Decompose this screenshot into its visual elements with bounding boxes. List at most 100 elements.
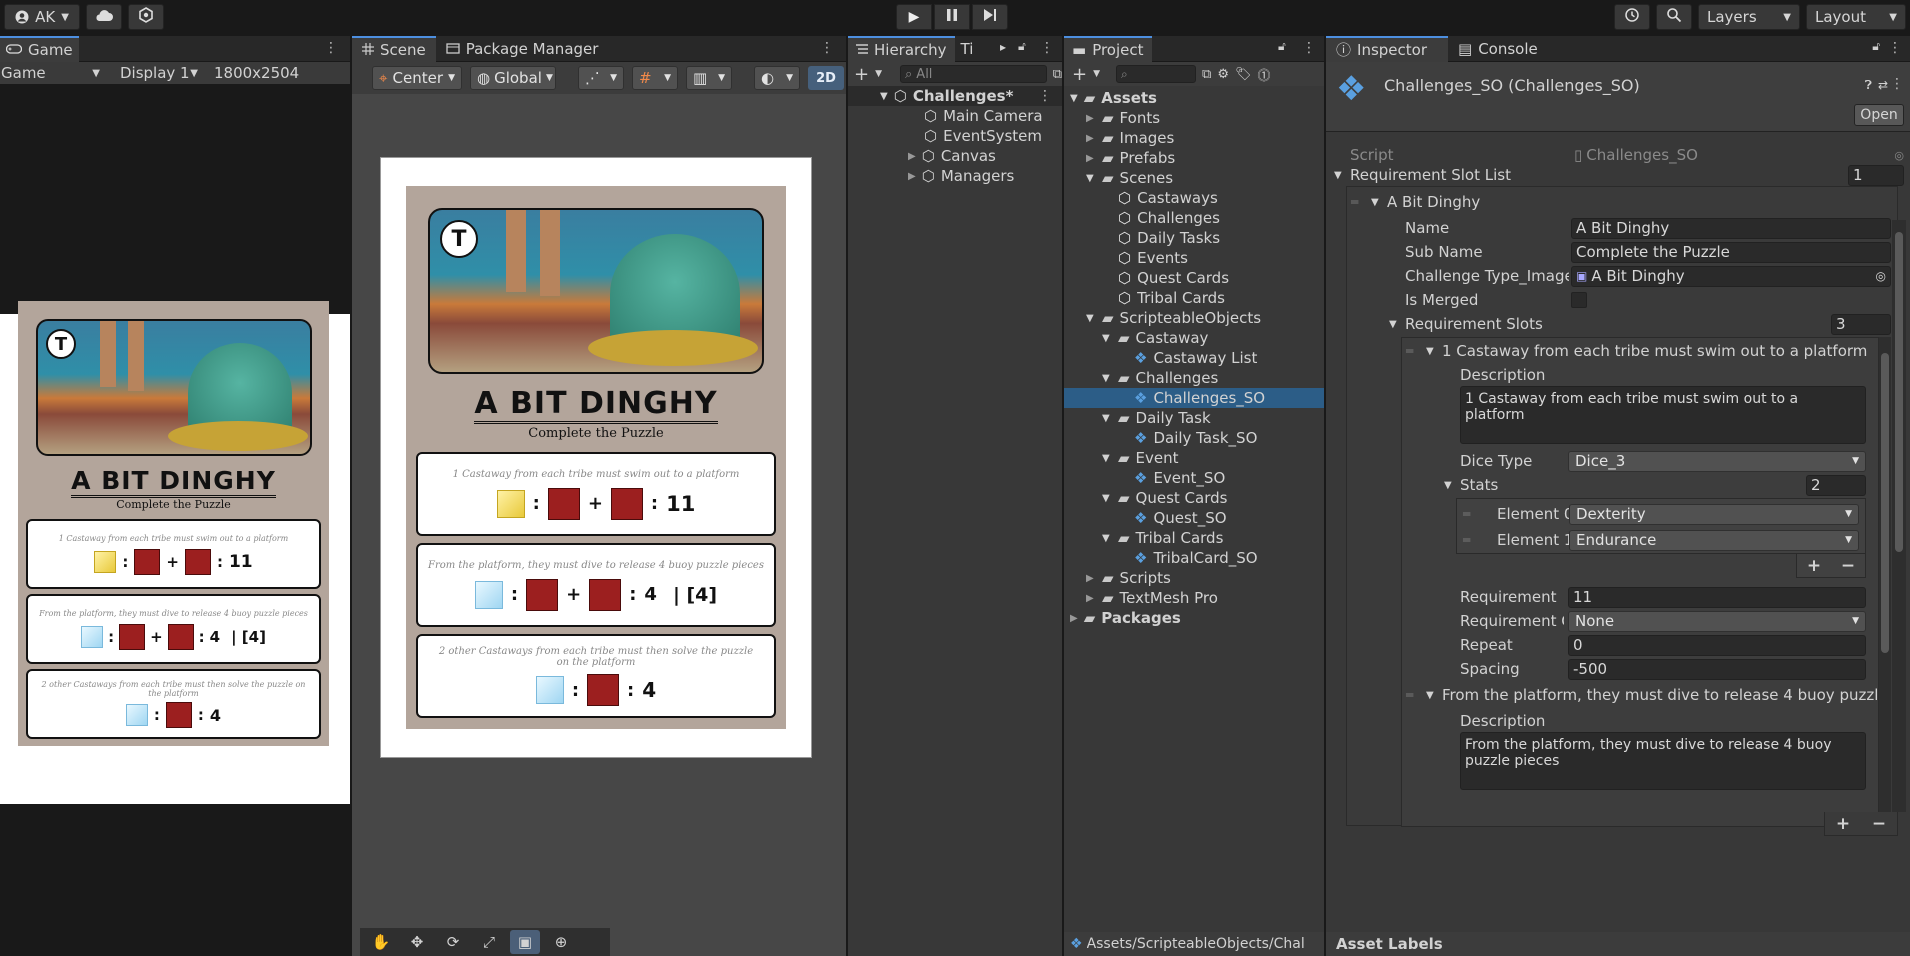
open-button[interactable]: Open [1854, 104, 1904, 126]
outer-scrollbar[interactable] [1892, 220, 1906, 812]
scene-visibility-icon[interactable]: ⧉ [1053, 67, 1062, 82]
scene-root[interactable]: ▼ ⬡ Challenges* ⋮ [848, 86, 1062, 106]
chevron-down-icon[interactable]: ▼ [1389, 319, 1397, 330]
project-root-packages[interactable]: ▶ ▰ Packages [1064, 608, 1324, 628]
drag-handle-icon[interactable]: ═ [1406, 688, 1413, 702]
chevron-down-icon[interactable]: ▼ [1102, 453, 1112, 464]
element-header[interactable]: ═ ▼ A Bit Dinghy [1347, 191, 1887, 213]
project-item[interactable]: ▼ ▰ Event [1064, 448, 1324, 468]
chevron-down-icon[interactable]: ▼ [1102, 533, 1112, 544]
remove-icon[interactable]: − [1841, 556, 1855, 576]
project-item[interactable]: ❖ Challenges_SO [1064, 388, 1324, 408]
more-options-icon[interactable]: ⋮ [1040, 40, 1054, 56]
drag-handle-icon[interactable]: ═ [1463, 533, 1470, 547]
inner-scrollbar-thumb[interactable] [1881, 353, 1889, 653]
play-button[interactable]: ▶ [896, 4, 932, 30]
resolution-label[interactable]: 1800x2504 [204, 64, 299, 82]
tab-project[interactable]: ▬ Project [1064, 35, 1152, 62]
hand-tool-icon[interactable]: ✋ [366, 933, 396, 951]
spacing-input[interactable]: -500 [1568, 658, 1866, 680]
project-item[interactable]: ▶ ▰ Scripts [1064, 568, 1324, 588]
chevron-right-icon[interactable]: ▶ [1086, 133, 1096, 144]
drag-handle-icon[interactable]: ═ [1406, 344, 1413, 358]
add-icon[interactable]: + [1836, 814, 1850, 834]
lock-icon[interactable]: 🔓︎ [1018, 39, 1026, 54]
chevron-down-icon[interactable]: ▼ [1102, 413, 1112, 424]
req-slot-list-header[interactable]: ▼ Requirement Slot List 1 [1326, 164, 1910, 186]
stats-header[interactable]: ▼ Stats 2 [1402, 474, 1878, 496]
game-mode-dropdown[interactable]: Game ▼ [0, 64, 104, 82]
stat-element-0-dropdown[interactable]: Dexterity ▼ [1569, 503, 1859, 525]
project-search-input[interactable]: ⌕ [1116, 65, 1197, 83]
chevron-right-icon[interactable]: ▶ [1070, 613, 1078, 624]
rotate-tool-icon[interactable]: ⟳ [438, 933, 468, 951]
tab-console[interactable]: ▤ Console [1448, 36, 1548, 62]
project-item[interactable]: ▶ ▰ Fonts [1064, 108, 1324, 128]
tab-scene[interactable]: Scene [352, 35, 436, 62]
outer-scrollbar-thumb[interactable] [1895, 232, 1903, 552]
add-icon[interactable]: + [1072, 64, 1087, 85]
requirement-input[interactable]: 11 [1568, 586, 1866, 608]
project-item[interactable]: ⬡ Castaways [1064, 188, 1324, 208]
project-item[interactable]: ▶ ▰ TextMesh Pro [1064, 588, 1324, 608]
remove-icon[interactable]: − [1872, 814, 1886, 834]
project-item[interactable]: ⬡ Quest Cards [1064, 268, 1324, 288]
slot2-header[interactable]: ═ ▼ From the platform, they must dive to… [1402, 684, 1878, 706]
subname-input[interactable]: Complete the Puzzle [1571, 241, 1891, 263]
search-button[interactable] [1656, 4, 1692, 30]
more-options-icon[interactable]: ⋮ [820, 40, 834, 56]
tab-timeline[interactable]: Ti [955, 36, 980, 62]
chevron-down-icon[interactable]: ▼ [1070, 93, 1078, 104]
chevron-right-icon[interactable]: ▶ [1086, 593, 1096, 604]
hierarchy-item[interactable]: ⬡ EventSystem [848, 126, 1062, 146]
object-picker-icon[interactable]: ◎ [1876, 269, 1886, 283]
req-slots-header[interactable]: ▼ Requirement Slots 3 [1347, 313, 1891, 335]
project-item[interactable]: ⬡ Events [1064, 248, 1324, 268]
project-item[interactable]: ▼ ▰ Challenges [1064, 368, 1324, 388]
more-options-icon[interactable]: ⋮ [324, 40, 338, 56]
challenge-image-input[interactable]: ▣ A Bit Dinghy ◎ [1571, 265, 1891, 287]
slot1-header[interactable]: ═ ▼ 1 Castaway from each tribe must swim… [1402, 340, 1878, 362]
more-options-icon[interactable]: ⋮ [1888, 40, 1902, 56]
hierarchy-item[interactable]: ⬡ Main Camera [848, 106, 1062, 126]
toggle-2d-button[interactable]: 2D [808, 66, 844, 90]
tab-game[interactable]: Game [0, 35, 79, 62]
pivot-dropdown[interactable]: ⌖ Center ▼ [372, 66, 462, 90]
hierarchy-search-input[interactable]: ⌕ All [900, 65, 1047, 83]
chevron-down-icon[interactable]: ▼ [1102, 333, 1112, 344]
chevron-down-icon[interactable]: ▼ [1426, 346, 1434, 357]
layout-dropdown[interactable]: Layout ▼ [1806, 4, 1906, 30]
chevron-right-icon[interactable]: ▶ [1086, 573, 1096, 584]
project-item[interactable]: ⬡ Daily Tasks [1064, 228, 1324, 248]
project-item[interactable]: ❖ Quest_SO [1064, 508, 1324, 528]
project-item[interactable]: ▼ ▰ Quest Cards [1064, 488, 1324, 508]
label-icon[interactable]: 🏷︎ [1235, 67, 1252, 82]
scale-tool-icon[interactable]: ⤢ [474, 933, 504, 951]
pause-button[interactable] [934, 4, 970, 30]
increment-snap-dropdown[interactable]: ▥ ▼ [686, 66, 732, 90]
layers-dropdown[interactable]: Layers ▼ [1698, 4, 1800, 30]
chevron-right-icon[interactable]: ▶ [908, 151, 916, 162]
help-icon[interactable]: ❓︎ [1865, 78, 1872, 93]
chevron-right-icon[interactable]: ▶ [908, 171, 916, 182]
project-item[interactable]: ▼ ▰ Castaway [1064, 328, 1324, 348]
chevron-right-icon[interactable]: ▶ [1086, 113, 1096, 124]
stats-count[interactable]: 2 [1806, 474, 1866, 496]
chevron-down-icon[interactable]: ▼ [1444, 480, 1452, 491]
warning-icon[interactable]: ⓵ [1257, 65, 1270, 84]
project-item[interactable]: ⬡ Challenges [1064, 208, 1324, 228]
filter-icon[interactable]: ⚙ [1217, 67, 1229, 82]
project-item[interactable]: ▼ ▰ ScripteableObjects [1064, 308, 1324, 328]
chevron-down-icon[interactable]: ▼ [1102, 373, 1112, 384]
project-item[interactable]: ▶ ▰ Images [1064, 128, 1324, 148]
project-item[interactable]: ❖ Event_SO [1064, 468, 1324, 488]
move-tool-icon[interactable]: ✥ [402, 933, 432, 951]
project-item[interactable]: ⬡ Tribal Cards [1064, 288, 1324, 308]
more-options-icon[interactable]: ⋮ [1302, 40, 1316, 56]
more-options-icon[interactable]: ⋮ [1890, 76, 1904, 92]
preset-icon[interactable]: ⇄ [1878, 78, 1888, 92]
step-button[interactable] [972, 4, 1008, 30]
collab-button[interactable] [128, 4, 164, 30]
chevron-down-icon[interactable]: ▼ [880, 91, 888, 102]
cloud-button[interactable] [86, 4, 122, 30]
